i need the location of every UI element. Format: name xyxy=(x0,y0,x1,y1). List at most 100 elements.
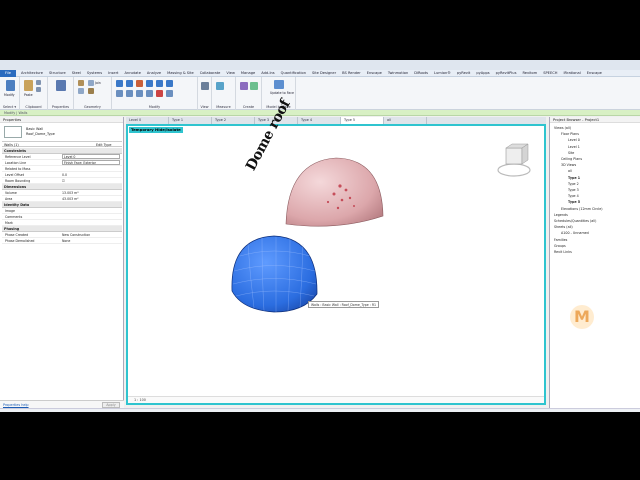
ribbon-tab[interactable]: Systems xyxy=(84,70,105,77)
browser-item[interactable]: Schedules/Quantities (all) xyxy=(554,219,596,223)
ribbon-tab[interactable]: IRrational xyxy=(560,70,583,77)
browser-item[interactable]: Elevations (12mm Circle) xyxy=(561,207,603,211)
ribbon-tab[interactable]: SPEECH xyxy=(540,70,560,77)
browser-item[interactable]: Legends xyxy=(554,213,568,217)
delete-icon[interactable] xyxy=(156,90,163,97)
property-value[interactable]: 43.003 m² xyxy=(62,197,79,201)
copy-icon[interactable] xyxy=(36,87,41,92)
rotate-icon[interactable] xyxy=(166,80,173,87)
scale-icon[interactable] xyxy=(146,90,153,97)
ribbon-tab[interactable]: Analyze xyxy=(144,70,164,77)
browser-item[interactable]: Type 3 xyxy=(568,188,579,192)
pin-icon[interactable] xyxy=(166,90,173,97)
browser-item[interactable]: Floor Plans xyxy=(561,132,579,136)
ribbon-tab[interactable]: Collaborate xyxy=(197,70,224,77)
ribbon-tab[interactable]: Insert xyxy=(105,70,121,77)
paste-label[interactable]: Paste xyxy=(24,93,33,97)
ribbon-tab[interactable]: pyRevit xyxy=(454,70,474,77)
view-tab[interactable]: Type 1 xyxy=(169,117,212,124)
mirror-icon[interactable] xyxy=(136,80,143,87)
browser-item[interactable]: all xyxy=(568,169,572,173)
property-value[interactable]: Level 0 xyxy=(62,154,120,159)
browser-item[interactable]: Revit Links xyxy=(554,250,572,254)
join-icon[interactable] xyxy=(88,80,94,86)
align-icon[interactable] xyxy=(116,80,123,87)
property-value[interactable]: None xyxy=(62,239,70,243)
browser-item[interactable]: Ceiling Plans xyxy=(561,157,582,161)
ribbon-tab[interactable]: pyRevitPlus xyxy=(493,70,520,77)
ribbon-tab[interactable]: Manage xyxy=(238,70,258,77)
viewcube[interactable] xyxy=(497,143,531,177)
browser-item[interactable]: 3D Views xyxy=(561,163,576,167)
ribbon-tab[interactable]: Steel xyxy=(69,70,84,77)
view-tab[interactable]: Type 5 xyxy=(341,117,384,124)
measure-icon[interactable] xyxy=(216,82,224,90)
update-to-face-icon[interactable] xyxy=(274,80,284,89)
paste-icon[interactable] xyxy=(24,80,33,91)
drawing-viewport[interactable]: Temporary Hide/Isolate Dome roof Walls:… xyxy=(126,97,546,405)
ribbon-tab[interactable]: Revitom xyxy=(519,70,540,77)
view-scale[interactable]: 1 : 100 xyxy=(134,398,146,402)
browser-item[interactable]: Type 2 xyxy=(568,182,579,186)
browser-item[interactable]: Families xyxy=(554,238,567,242)
ribbon-tab[interactable]: Enscape xyxy=(584,70,605,77)
edit-type-button[interactable]: Edit Type xyxy=(96,143,111,147)
browser-item[interactable]: Site xyxy=(568,151,574,155)
browser-item[interactable]: Type 1 xyxy=(568,176,580,180)
browser-item[interactable]: Level 0 xyxy=(568,138,580,142)
update-to-face-label[interactable]: Update to Face xyxy=(270,91,294,95)
join-label[interactable]: Join xyxy=(95,81,101,85)
cope-icon[interactable] xyxy=(78,80,84,86)
cut-icon[interactable] xyxy=(36,80,41,85)
offset-icon[interactable] xyxy=(126,80,133,87)
type-selector[interactable]: Basic Wall Roof_Dome_Type xyxy=(2,125,122,139)
properties-help-link[interactable]: Properties help xyxy=(3,403,29,407)
move-icon[interactable] xyxy=(146,80,153,87)
ribbon-tab[interactable]: File xyxy=(0,69,17,77)
browser-item[interactable]: Groups xyxy=(554,244,566,248)
browser-item[interactable]: Type 4 xyxy=(568,194,579,198)
ribbon-tab[interactable]: Enscape xyxy=(364,70,385,77)
ribbon-tab[interactable]: Architecture xyxy=(18,70,46,77)
trim-icon[interactable] xyxy=(116,90,123,97)
instance-filter[interactable]: Walls (1) Edit Type xyxy=(2,141,122,147)
create-group-icon[interactable] xyxy=(250,82,258,90)
ribbon-tab[interactable]: Add-Ins xyxy=(258,70,277,77)
ribbon-tab[interactable]: Site Designer xyxy=(309,70,339,77)
modify-cursor-icon[interactable] xyxy=(6,80,15,91)
array-icon[interactable] xyxy=(136,90,143,97)
property-value[interactable]: Finish Face: Exterior xyxy=(62,160,120,165)
ribbon-tab[interactable]: View xyxy=(223,70,238,77)
ribbon-tab[interactable]: Structure xyxy=(46,70,69,77)
split-icon[interactable] xyxy=(126,90,133,97)
ribbon-tab[interactable]: pyApps xyxy=(473,70,492,77)
browser-item[interactable]: Type 5 xyxy=(568,200,580,204)
property-value[interactable]: 0.0 xyxy=(62,173,67,177)
ribbon-tab[interactable]: Lumion® xyxy=(431,70,454,77)
property-value[interactable]: ☑ xyxy=(62,179,65,183)
property-value[interactable]: New Construction xyxy=(62,233,90,237)
browser-item[interactable]: A100 - Unnamed xyxy=(561,231,589,235)
blue-dome-roof[interactable] xyxy=(231,235,318,313)
split-face-icon[interactable] xyxy=(88,88,94,94)
select-group-label[interactable]: Select ▾ xyxy=(0,105,19,109)
view-tab[interactable]: Type 4 xyxy=(298,117,341,124)
browser-item[interactable]: Sheets (all) xyxy=(554,225,573,229)
view-icon[interactable] xyxy=(201,82,209,90)
property-value[interactable]: 13.003 m³ xyxy=(62,191,79,195)
properties-icon[interactable] xyxy=(56,80,66,91)
copy-element-icon[interactable] xyxy=(156,80,163,87)
modify-button-label[interactable]: Modify xyxy=(4,93,15,97)
ribbon-tab[interactable]: Twinmotion xyxy=(385,70,411,77)
cut-geometry-icon[interactable] xyxy=(78,88,84,94)
model-canvas[interactable] xyxy=(128,126,544,396)
ribbon-tab[interactable]: Annotate xyxy=(121,70,143,77)
pink-dome-roof[interactable] xyxy=(285,157,384,227)
view-tab[interactable]: Type 2 xyxy=(212,117,255,124)
browser-item[interactable]: Views (all) xyxy=(554,126,571,130)
browser-item[interactable]: Level 1 xyxy=(568,145,580,149)
view-tab[interactable]: Level 0 xyxy=(126,117,169,124)
view-tab[interactable]: all xyxy=(384,117,427,124)
ribbon-tab[interactable]: DiRoots xyxy=(411,70,431,77)
create-parts-icon[interactable] xyxy=(240,82,248,90)
